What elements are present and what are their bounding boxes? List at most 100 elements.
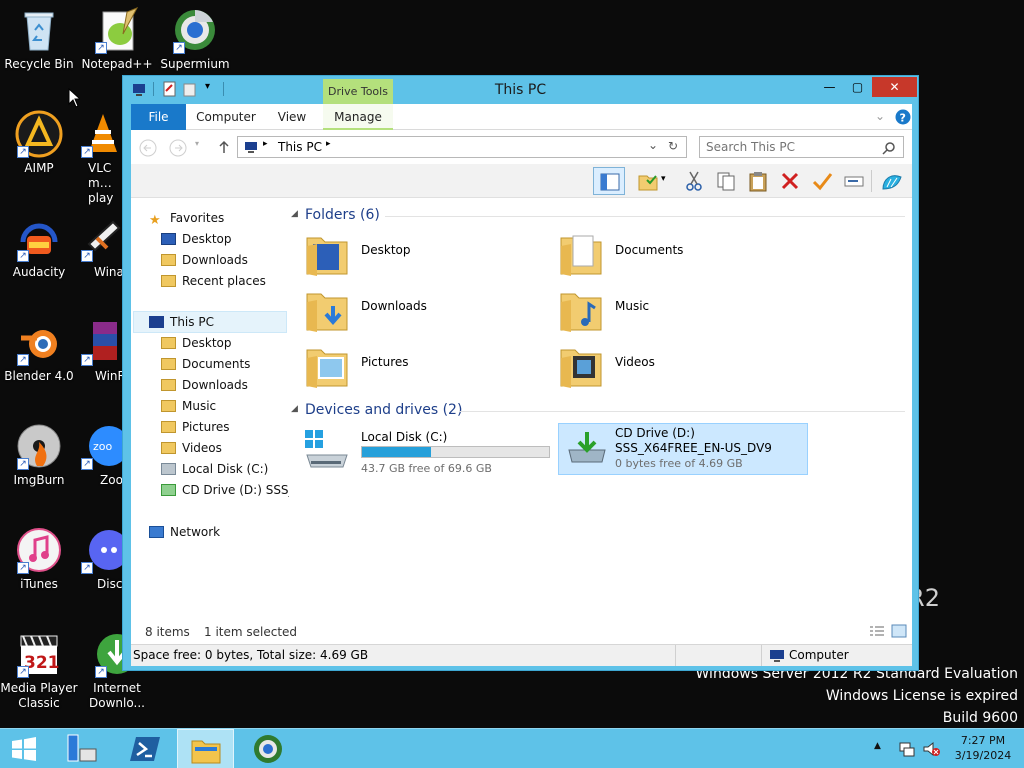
supermium-icon: ↗: [171, 6, 219, 54]
taskbar-file-explorer[interactable]: [177, 729, 234, 768]
search-input[interactable]: [706, 139, 876, 155]
tab-computer[interactable]: Computer: [191, 104, 261, 130]
address-bar[interactable]: ▸ This PC ▸ ⌄ ↻: [237, 136, 687, 158]
network-tray-icon[interactable]: [898, 740, 916, 758]
cd-drive-icon: [161, 484, 176, 496]
forward-icon[interactable]: [169, 139, 187, 157]
checkmark-icon[interactable]: [811, 170, 833, 192]
tab-manage[interactable]: Manage: [323, 104, 393, 130]
volume-muted-icon[interactable]: [922, 740, 940, 758]
desktop-icon-zoom[interactable]: zoo ↗ Zoo: [78, 422, 128, 488]
help-icon[interactable]: ?: [895, 109, 911, 125]
refresh-icon[interactable]: ↻: [668, 139, 678, 153]
desktop-icon-media-player-classic[interactable]: 321 ↗ Media Player Classic: [0, 630, 78, 711]
maximize-button[interactable]: ▢: [844, 77, 871, 97]
maximize-icon: ▢: [851, 80, 864, 94]
show-hidden-icons-chevron-icon[interactable]: ▲: [874, 741, 881, 751]
nav-this-pc-downloads[interactable]: Downloads: [161, 375, 248, 395]
nav-this-pc-desktop[interactable]: Desktop: [161, 333, 232, 353]
taskbar-powershell[interactable]: [118, 729, 174, 768]
nav-this-pc[interactable]: This PC: [149, 312, 214, 332]
desktop-icon-discord[interactable]: ↗ Disco: [78, 526, 128, 592]
paste-icon[interactable]: [747, 170, 769, 192]
title-bar[interactable]: ▾ Drive Tools This PC — ▢ ✕: [123, 76, 918, 105]
nav-this-pc-cd-drive[interactable]: CD Drive (D:) SSS_X6: [161, 480, 289, 500]
recent-locations-chevron-icon[interactable]: ▾: [195, 139, 199, 148]
desktop-icon-supermium[interactable]: ↗ Supermium: [156, 6, 234, 72]
clock[interactable]: 7:27 PM 3/19/2024: [948, 733, 1018, 763]
nav-network[interactable]: Network: [149, 522, 220, 542]
navigation-pane-button[interactable]: [593, 167, 625, 195]
hard-drive-icon: [161, 463, 176, 475]
nav-this-pc-pictures[interactable]: Pictures: [161, 417, 230, 437]
folder-downloads[interactable]: Downloads: [305, 286, 555, 338]
space-free-status: Space free: 0 bytes, Total size: 4.69 GB: [133, 648, 369, 662]
nav-this-pc-videos[interactable]: Videos: [161, 438, 222, 458]
devices-collapse-chevron-icon[interactable]: ◢: [291, 404, 298, 414]
downloads-folder-icon: [161, 254, 176, 266]
nav-this-pc-music[interactable]: Music: [161, 396, 216, 416]
tab-file[interactable]: File: [131, 104, 186, 130]
rename-icon[interactable]: [843, 170, 865, 192]
breadcrumb-chevron-icon[interactable]: ▸: [326, 139, 331, 149]
start-button[interactable]: [0, 729, 48, 768]
folder-music[interactable]: Music: [559, 286, 809, 338]
nav-favorites-downloads[interactable]: Downloads: [161, 250, 248, 270]
downloads-folder-icon: [161, 379, 176, 391]
nav-this-pc-documents[interactable]: Documents: [161, 354, 250, 374]
shell-icon[interactable]: [879, 169, 905, 193]
large-icons-view-icon[interactable]: [891, 624, 907, 638]
folder-documents[interactable]: Documents: [559, 230, 809, 282]
nav-favorites-recent-places[interactable]: Recent places: [161, 271, 266, 291]
desktop-icon-winamp[interactable]: ↗ Wina: [78, 214, 128, 280]
desktop-icon-blender[interactable]: ↗ Blender 4.0: [0, 318, 78, 384]
up-arrow-icon[interactable]: [217, 139, 231, 155]
desktop-icon-vlc[interactable]: ↗ VLC m… play: [78, 110, 128, 206]
delete-icon[interactable]: [779, 170, 801, 192]
close-button[interactable]: ✕: [872, 77, 917, 97]
search-icon[interactable]: [882, 141, 896, 155]
folders-group-header[interactable]: Folders (6): [305, 207, 380, 223]
breadcrumb-this-pc[interactable]: This PC: [278, 140, 322, 154]
breadcrumb-separator-icon[interactable]: ▸: [263, 139, 268, 149]
back-icon[interactable]: [139, 139, 157, 157]
item-count: 8 items: [145, 625, 190, 639]
clock-date: 3/19/2024: [954, 749, 1012, 762]
drive-cd-drive[interactable]: CD Drive (D:) SSS_X64FREE_EN-US_DV9 0 by…: [558, 423, 808, 475]
minimize-button[interactable]: —: [816, 77, 843, 97]
folders-group-divider: [385, 216, 905, 217]
desktop-icon-aimp[interactable]: ↗ AIMP: [0, 110, 78, 176]
nav-favorites[interactable]: ★ Favorites: [149, 208, 224, 228]
devices-group-header[interactable]: Devices and drives (2): [305, 402, 462, 418]
view-dropdown-chevron-icon[interactable]: ▾: [661, 174, 666, 184]
file-explorer-icon: [191, 740, 221, 764]
desktop-icon-recycle-bin[interactable]: Recycle Bin: [0, 6, 78, 72]
taskbar-server-manager[interactable]: [54, 729, 110, 768]
expand-ribbon-chevron-icon[interactable]: ⌄: [875, 109, 885, 123]
desktop-icon-notepad-plus-plus[interactable]: ↗ Notepad++: [78, 6, 156, 72]
nav-this-pc-local-disk[interactable]: Local Disk (C:): [161, 459, 268, 479]
drive-local-disk[interactable]: Local Disk (C:) 43.7 GB free of 69.6 GB: [303, 425, 553, 477]
desktop-icon-itunes[interactable]: ↗ iTunes: [0, 526, 78, 592]
nav-favorites-desktop[interactable]: Desktop: [161, 229, 232, 249]
tab-view[interactable]: View: [267, 104, 317, 130]
svg-text:zoo: zoo: [93, 440, 113, 453]
desktop-icon-imgburn[interactable]: ↗ ImgBurn: [0, 422, 78, 488]
cut-icon[interactable]: [683, 170, 705, 192]
clock-time: 7:27 PM: [960, 734, 1006, 747]
close-icon: ✕: [889, 80, 900, 94]
cd-drive-name: CD Drive (D:): [615, 426, 695, 440]
folder-videos[interactable]: Videos: [559, 342, 809, 394]
search-box[interactable]: [699, 136, 904, 158]
address-dropdown-chevron-icon[interactable]: ⌄: [648, 138, 658, 152]
desktop-icon-winrar[interactable]: ↗ WinR: [78, 318, 128, 384]
select-folder-icon[interactable]: [637, 170, 659, 192]
copy-icon[interactable]: [715, 170, 737, 192]
folders-collapse-chevron-icon[interactable]: ◢: [291, 209, 298, 219]
videos-folder-icon: [560, 349, 602, 388]
taskbar-supermium[interactable]: [240, 729, 296, 768]
folder-pictures[interactable]: Pictures: [305, 342, 555, 394]
folder-desktop[interactable]: Desktop: [305, 230, 555, 282]
desktop-icon-audacity[interactable]: ↗ Audacity: [0, 214, 78, 280]
details-view-icon[interactable]: [869, 625, 885, 637]
